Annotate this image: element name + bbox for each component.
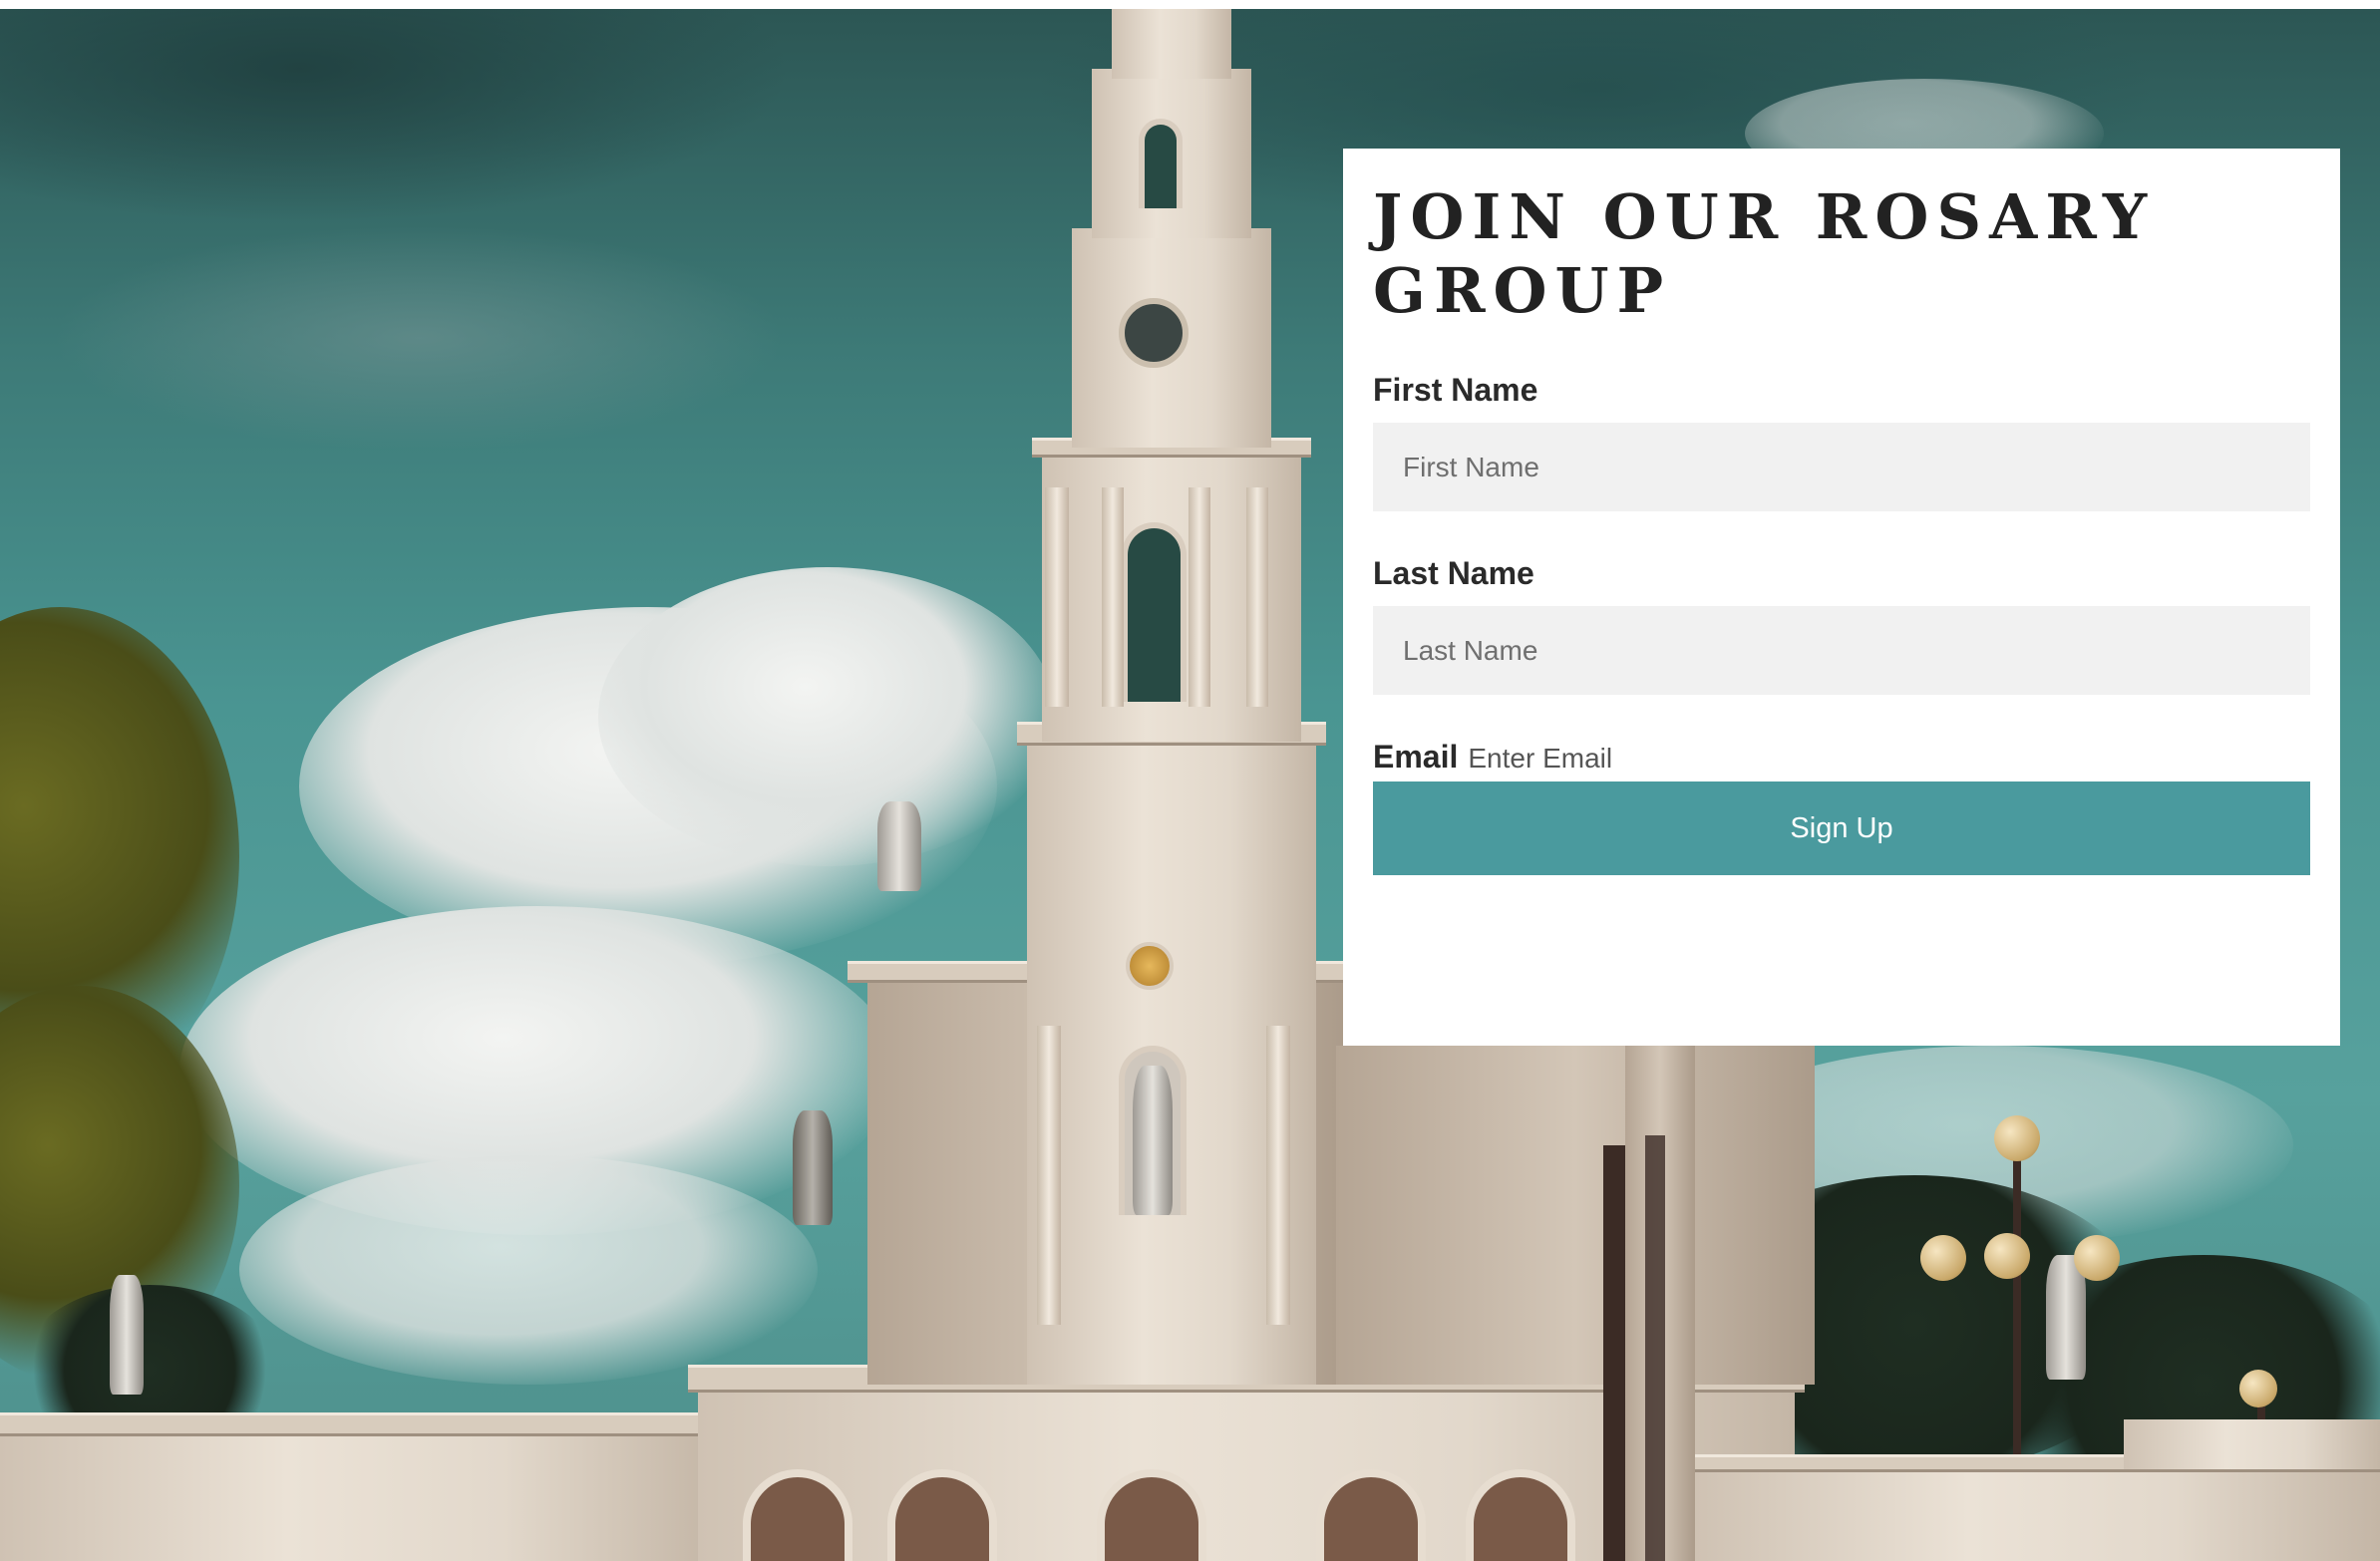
email-row: Email xyxy=(1373,739,2310,776)
form-title: JOIN OUR ROSARY GROUP xyxy=(1373,180,2156,327)
first-name-label: First Name xyxy=(1373,372,1538,408)
sign-up-button[interactable]: Sign Up xyxy=(1373,781,2310,875)
first-name-input[interactable] xyxy=(1373,423,2310,511)
last-name-input[interactable] xyxy=(1373,606,2310,695)
rosary-signup-form: JOIN OUR ROSARY GROUP First Name Last Na… xyxy=(1343,149,2340,1046)
email-input[interactable] xyxy=(1468,743,1868,775)
email-label: Email xyxy=(1373,739,1459,775)
last-name-label: Last Name xyxy=(1373,555,1534,591)
